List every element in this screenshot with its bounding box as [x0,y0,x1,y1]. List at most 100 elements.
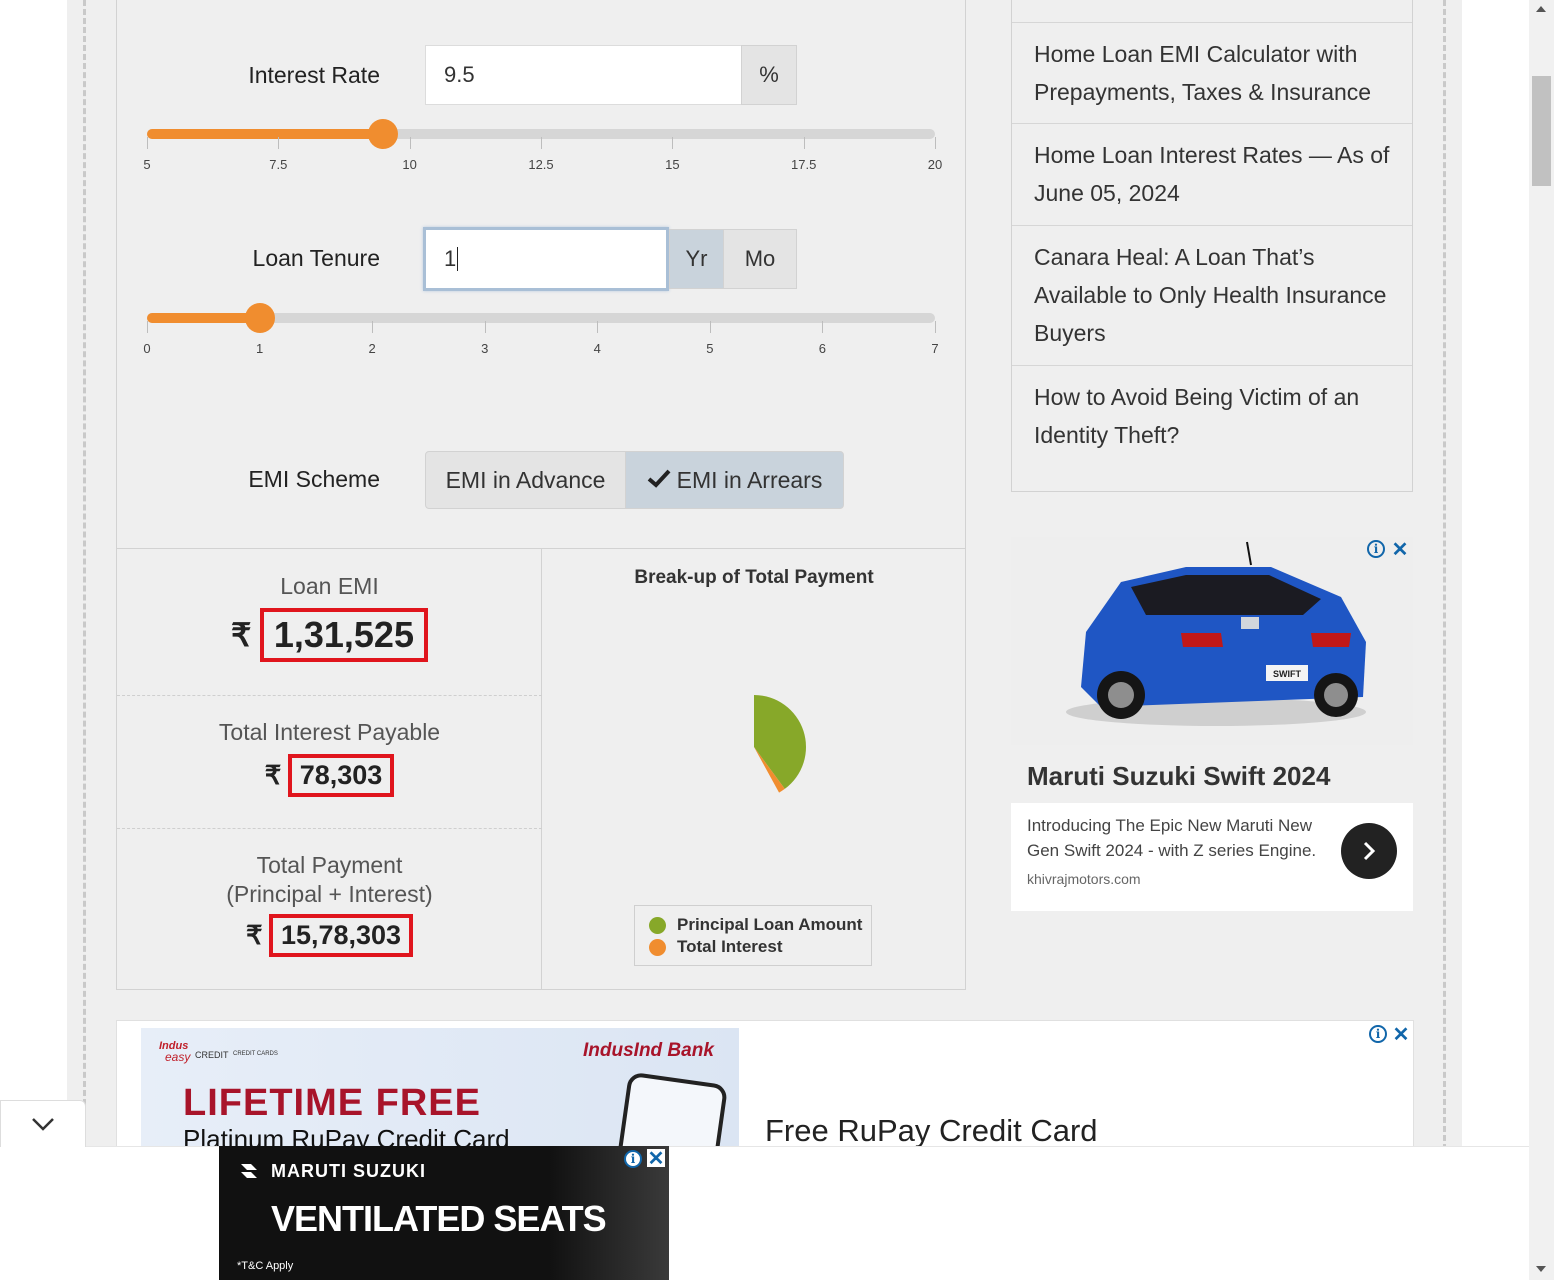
scroll-up-arrow-icon[interactable] [1536,6,1546,12]
sidebar-separator [1012,365,1412,366]
tenure-month-toggle[interactable]: Mo [723,229,797,289]
loan-tenure-value: 1 [444,246,457,271]
emi-scheme-label: EMI Scheme [248,466,380,492]
ad-info-icon[interactable]: i [1367,540,1385,558]
principal-slice [754,695,806,789]
interest-dot-icon [649,938,666,956]
principal-dot-icon [649,916,666,934]
slider-handle[interactable] [244,303,275,333]
car-ad-image[interactable]: SWIFT [1011,537,1413,745]
sidebar-link-identity-theft[interactable]: How to Avoid Being Victim of an Identity… [1034,378,1394,454]
bottom-ad[interactable]: MARUTI SUZUKI VENTILATED SEATS *T&C Appl… [219,1146,669,1280]
slider-tick-label: 5 [143,157,151,172]
legend-item-interest: Total Interest [649,937,782,957]
legend-interest-label: Total Interest [677,937,783,956]
page-scrollbar[interactable] [1529,0,1554,1280]
legend-principal-label: Principal Loan Amount [677,915,863,934]
ad-info-icon[interactable]: i [624,1150,642,1168]
ad-close-icon[interactable]: ✕ [1391,539,1409,561]
slider-tick [935,321,936,333]
emi-calculator: Interest Rate 9.5 % 5 7.5 10 12.5 15 17.5 20 L… [116,0,966,990]
ad-arrow-button[interactable] [1341,823,1397,879]
phone-illustration [613,1071,729,1149]
scrollbar-thumb[interactable] [1532,76,1551,186]
slider-tick [541,137,542,149]
bottom-ad-note: *T&C Apply [237,1260,294,1272]
content-ad[interactable]: Indus easy CREDIT CREDIT CARDS IndusInd … [116,1020,1414,1150]
total-interest-value: 78,303 [287,754,395,797]
ad-close-icon[interactable]: ✕ [1392,1024,1410,1046]
sidebar-link-canara-heal[interactable]: Canara Heal: A Loan That’s Available to … [1034,238,1394,352]
slider-tick [147,137,148,149]
chevron-right-icon [1363,841,1376,861]
slider-tick [409,137,411,149]
ad-info-icon[interactable]: i [1369,1025,1387,1043]
emi-in-advance-button[interactable]: EMI in Advance [425,451,626,509]
loan-emi-value: 1,31,525 [259,608,428,662]
text-cursor [457,247,459,271]
total-interest-label: Total Interest Payable [218,719,441,745]
slider-tick-label: 3 [481,341,489,356]
emi-in-arrears-button[interactable]: EMI in Arrears [625,451,844,509]
sidebar-link-home-loan-interest-rates[interactable]: Home Loan Interest Rates — As of June 05… [1034,136,1394,212]
maruti-suzuki-logo-icon [241,1164,257,1178]
results-values: Loan EMI ₹ 1,31,525 Total Interest Payab… [117,549,542,990]
maruti-logo: MARUTI SUZUKI [237,1160,426,1182]
slider-tick-label: 5 [706,341,714,356]
loan-tenure-label: Loan Tenure [252,245,380,271]
loan-tenure-input[interactable]: 1 [423,227,669,291]
rupee-icon: ₹ [264,760,282,790]
sidebar-separator [1012,22,1412,23]
slider-fill [147,129,384,139]
sidebar-separator [1012,225,1412,226]
total-interest-block: Total Interest Payable ₹ 78,303 [117,719,542,797]
slider-tick [278,137,280,149]
slider-tick-label: 17.5 [791,157,817,172]
loan-tenure-slider[interactable]: 0 1 2 3 4 5 6 7 [117,303,965,373]
interest-rate-input[interactable]: 9.5 [425,45,743,105]
sidebar-link-home-loan-emi-calculator[interactable]: Home Loan EMI Calculator with Prepayment… [1034,35,1394,111]
slider-tick [822,321,824,333]
interest-rate-slider[interactable]: 5 7.5 10 12.5 15 17.5 20 [117,119,965,189]
loan-emi-block: Loan EMI ₹ 1,31,525 [117,573,542,662]
slider-tick [484,321,486,333]
content-ad-title[interactable]: Free RuPay Credit Card [765,1113,1098,1149]
slider-handle[interactable] [368,119,399,149]
indusind-ad-banner[interactable]: Indus easy CREDIT CREDIT CARDS IndusInd … [141,1028,739,1149]
results-divider-1 [117,695,542,696]
ad-domain[interactable]: khivrajmotors.com [1027,871,1141,887]
tenure-year-toggle[interactable]: Yr [669,229,724,289]
dashed-border-left [83,0,86,1150]
sidebar-separator [1012,123,1412,124]
chart-legend: Principal Loan Amount Total Interest [634,905,872,966]
loan-emi-label: Loan EMI [280,573,379,599]
slider-tick-label: 4 [593,341,601,356]
dashed-border-right [1443,0,1446,1150]
ad-brand-easy: easy [165,1050,191,1064]
rupee-icon: ₹ [245,920,263,950]
slider-tick [803,137,805,149]
total-payment-sublabel: (Principal + Interest) [226,881,433,907]
ad-headline[interactable]: Maruti Suzuki Swift 2024 [1011,745,1413,803]
slider-fill [147,313,260,323]
ad-brand-credit: CREDIT [195,1050,229,1060]
total-payment-label: Total Payment [256,852,403,878]
sidebar-ad[interactable]: SWIFT i ✕ Maruti Suzuki Swift 2024 Intro… [1011,537,1413,911]
rupee-icon: ₹ [231,617,252,653]
slider-tick [372,321,374,333]
percent-addon: % [741,45,797,105]
bottom-ad-brand: MARUTI SUZUKI [271,1160,426,1181]
slider-tick-label: 7 [931,341,939,356]
scroll-down-arrow-icon[interactable] [1536,1266,1546,1272]
payment-breakup-chart [754,695,806,793]
ad-close-icon[interactable]: ✕ [647,1148,665,1170]
ad-brand-cards: CREDIT CARDS [233,1051,278,1057]
chevron-down-icon [32,1118,54,1131]
slider-tick-label: 15 [665,157,680,172]
slider-tick [709,321,711,333]
interest-rate-label: Interest Rate [248,62,380,88]
ad-description[interactable]: Introducing The Epic New Maruti New Gen … [1027,813,1332,863]
collapse-ad-button[interactable] [0,1100,86,1147]
check-icon [647,467,671,494]
chart-title: Break-up of Total Payment [634,567,874,588]
